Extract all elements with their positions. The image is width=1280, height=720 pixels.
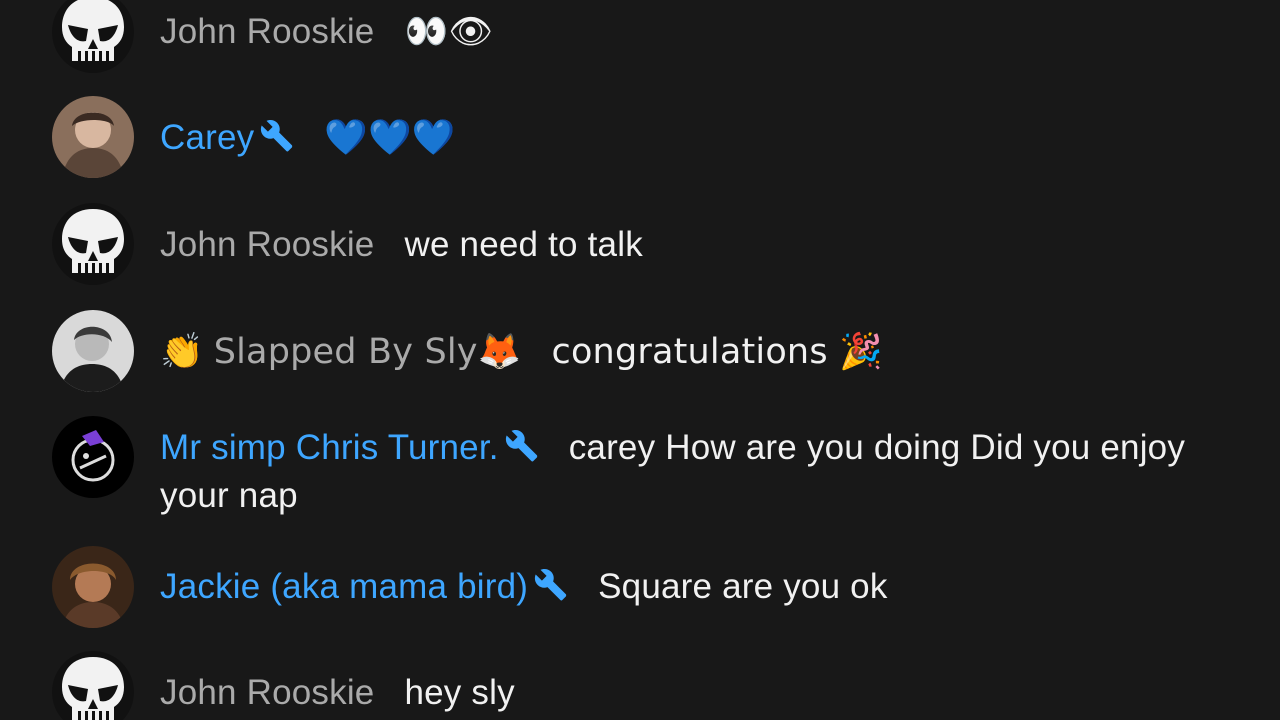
wrench-icon [505,429,539,463]
message-text: we need to talk [404,225,643,264]
user-photo-icon [52,546,134,628]
message-text: 💙💙💙 [324,118,456,158]
author-name[interactable]: Carey [160,118,294,157]
wrench-icon [260,119,294,153]
avatar[interactable] [52,96,134,178]
author-label: Mr simp Chris Turner. [160,428,499,467]
punisher-skull-icon [52,651,134,720]
message-text: congratulations 🎉 [551,332,883,372]
wrench-icon [534,568,568,602]
author-name[interactable]: John Rooskie [160,12,374,51]
author-name[interactable]: 👏 Slapped By Sly🦊 [160,332,522,372]
chat-line: Carey 💙💙💙 [160,114,1220,162]
avatar[interactable] [52,0,134,73]
chat-line: John Rooskie 👀👁 [160,8,1220,56]
author-label: Slapped By Sly🦊 [213,332,522,372]
chat-line: John Rooskie we need to talk [160,221,1220,269]
author-name[interactable]: Mr simp Chris Turner. [160,428,539,467]
punisher-skull-icon [52,0,134,73]
punisher-skull-icon [52,203,134,285]
author-name[interactable]: John Rooskie [160,225,374,264]
live-chat: John Rooskie 👀👁 Carey 💙💙💙 John Rooskie we n… [0,0,1280,720]
chat-line: Jackie (aka mama bird) Square are you ok [160,563,1220,611]
chat-line: Mr simp Chris Turner. carey How are you d… [160,424,1220,520]
avatar[interactable] [52,651,134,720]
avatar[interactable] [52,416,134,498]
message-text: Square are you ok [598,567,888,606]
message-text: 👀👁 [404,12,493,52]
user-graphic-icon [52,416,134,498]
clapping-hands-icon: 👏 [160,332,204,372]
user-photo-icon [52,96,134,178]
avatar[interactable] [52,310,134,392]
user-photo-icon [52,310,134,392]
author-name[interactable]: Jackie (aka mama bird) [160,567,568,606]
avatar[interactable] [52,203,134,285]
chat-line: John Rooskie hey sly [160,669,1220,717]
chat-line: 👏 Slapped By Sly🦊 congratulations 🎉 [160,328,1220,376]
avatar[interactable] [52,546,134,628]
author-label: Carey [160,118,255,157]
author-label: Jackie (aka mama bird) [160,567,529,606]
author-name[interactable]: John Rooskie [160,673,374,712]
message-text: hey sly [404,673,515,712]
